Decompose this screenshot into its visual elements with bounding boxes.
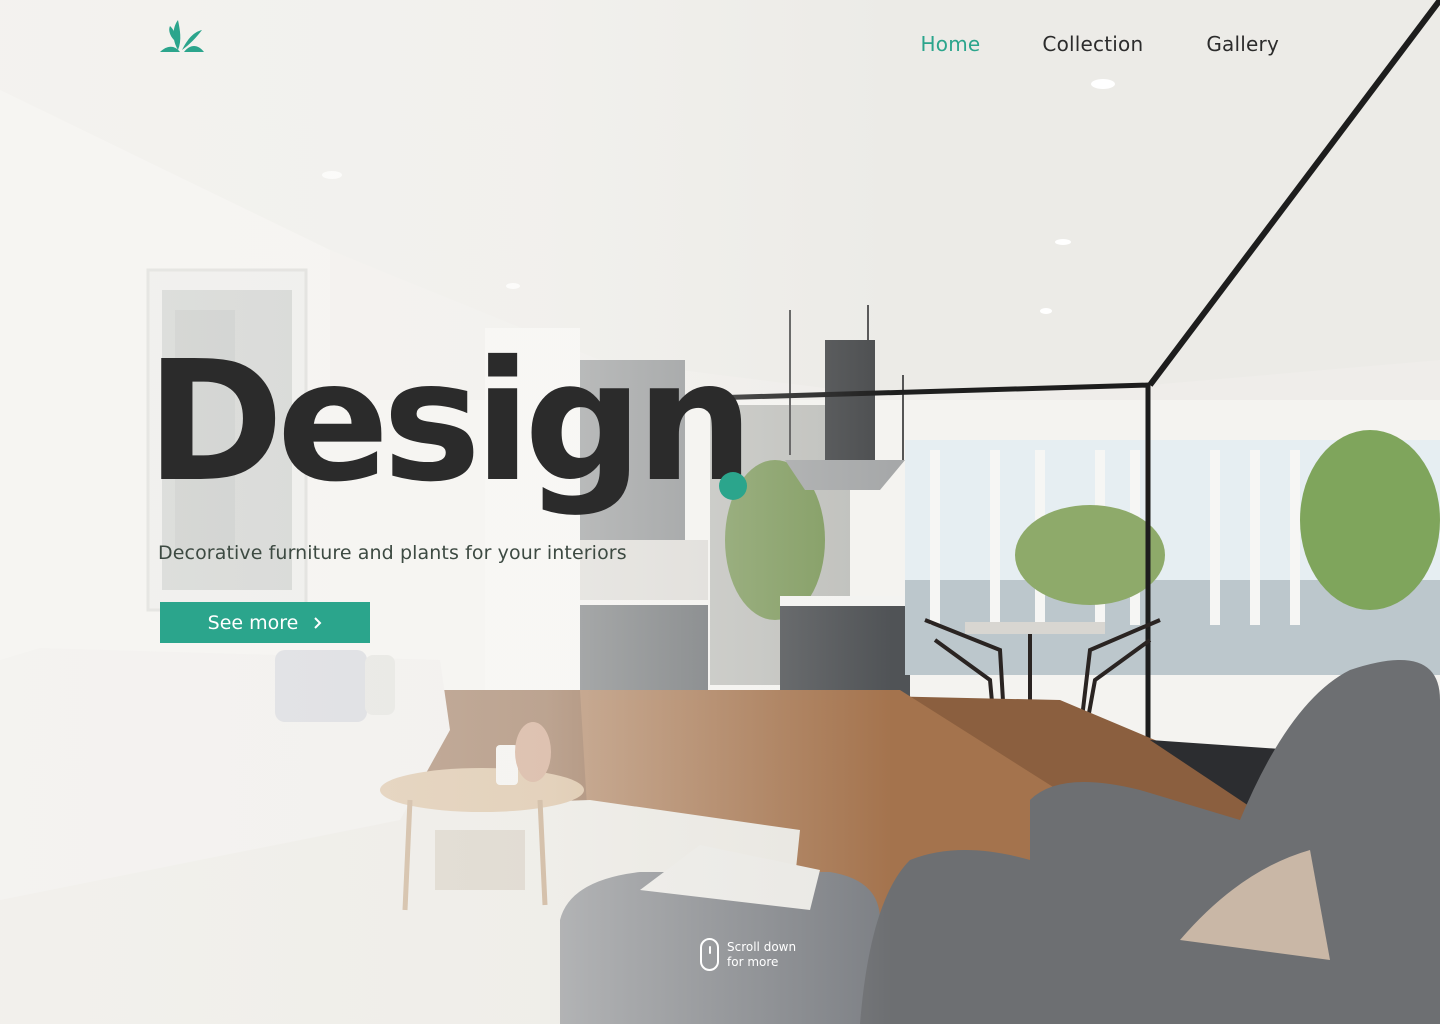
- chevron-right-icon: [314, 616, 322, 629]
- mouse-icon: [700, 938, 719, 971]
- nav-collection-link[interactable]: Collection: [1042, 32, 1143, 56]
- hero-title: Design: [146, 326, 754, 519]
- see-more-label: See more: [207, 611, 299, 634]
- leaf-logo-icon[interactable]: [158, 18, 206, 56]
- scroll-hint-text: Scroll down for more: [727, 940, 796, 970]
- hero-subtitle: Decorative furniture and plants for your…: [158, 542, 627, 564]
- scroll-hint-line1: Scroll down: [727, 939, 797, 954]
- scroll-hint[interactable]: Scroll down for more: [700, 938, 796, 971]
- main-nav: Home Collection Gallery: [921, 32, 1279, 56]
- hero-accent-dot: [719, 472, 747, 500]
- nav-home-link[interactable]: Home: [921, 32, 981, 56]
- scroll-hint-line2: for more: [727, 954, 779, 969]
- see-more-button[interactable]: See more: [160, 602, 370, 643]
- nav-gallery-link[interactable]: Gallery: [1206, 32, 1279, 56]
